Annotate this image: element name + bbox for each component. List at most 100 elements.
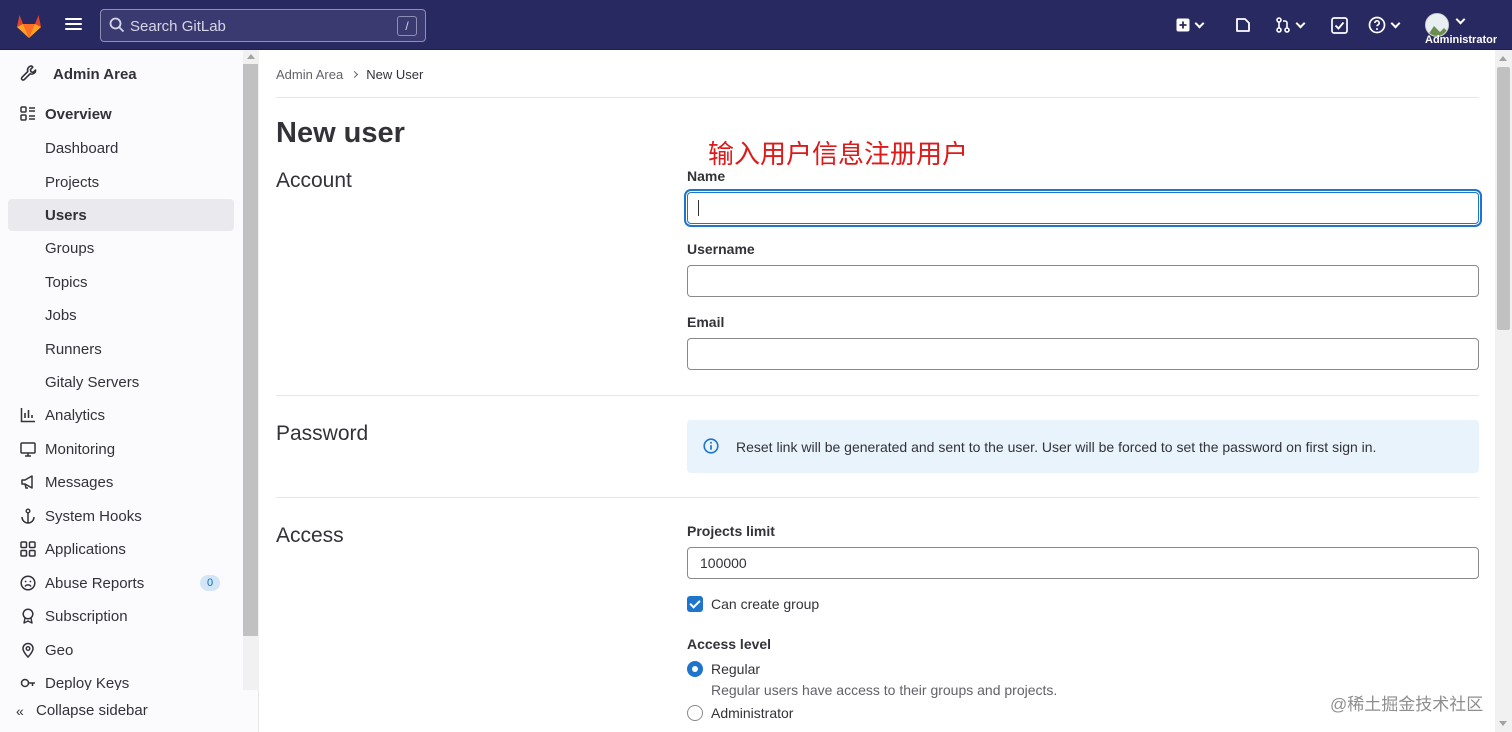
merge-requests-dropdown[interactable] xyxy=(1275,15,1306,35)
sidebar-item-label: Analytics xyxy=(45,407,106,424)
plus-square-icon xyxy=(1176,18,1190,32)
sidebar: Admin Area Overview Dashboard Projects U… xyxy=(0,50,259,732)
can-create-group-label: Can create group xyxy=(711,596,820,612)
monitoring-icon xyxy=(20,442,36,457)
chevron-down-icon[interactable] xyxy=(1455,14,1466,25)
username-field[interactable] xyxy=(687,265,1479,297)
name-field[interactable] xyxy=(687,192,1479,224)
access-section-title: Access xyxy=(276,524,344,547)
sidebar-item-analytics[interactable]: Analytics xyxy=(8,399,234,431)
sidebar-item-label: Users xyxy=(45,207,87,224)
issues-icon xyxy=(1236,18,1250,32)
info-icon xyxy=(703,438,719,454)
sidebar-item-label: Monitoring xyxy=(45,441,116,458)
sidebar-item-label: Runners xyxy=(45,341,102,358)
sidebar-item-label: Overview xyxy=(45,106,112,123)
section-divider xyxy=(276,395,1479,396)
help-icon xyxy=(1368,16,1386,34)
sidebar-item-applications[interactable]: Applications xyxy=(8,533,234,565)
menu-icon[interactable] xyxy=(64,15,84,35)
breadcrumb-new-user[interactable]: New User xyxy=(366,67,423,82)
page-scrollbar-thumb[interactable] xyxy=(1497,67,1510,330)
sidebar-item-label: Groups xyxy=(45,240,95,257)
collapse-sidebar-label: Collapse sidebar xyxy=(36,702,148,719)
abuse-icon xyxy=(20,575,36,591)
watermark: @稀土掘金技术社区 xyxy=(1330,695,1484,714)
sidebar-item-label: Subscription xyxy=(45,608,128,625)
sidebar-item-projects[interactable]: Projects xyxy=(8,166,234,198)
analytics-icon xyxy=(20,408,35,423)
page-scrollbar[interactable] xyxy=(1495,50,1512,732)
can-create-group-row[interactable]: Can create group xyxy=(687,596,819,612)
sidebar-scroll-area: Admin Area Overview Dashboard Projects U… xyxy=(0,50,243,690)
sidebar-item-label: Jobs xyxy=(45,307,77,324)
sidebar-item-label: Abuse Reports xyxy=(45,575,145,592)
sidebar-item-label: Messages xyxy=(45,474,114,491)
wrench-icon xyxy=(20,65,37,81)
gitlab-logo-icon[interactable] xyxy=(14,11,44,39)
sidebar-scrollbar[interactable] xyxy=(243,50,259,690)
regular-label[interactable]: Regular xyxy=(711,661,760,677)
sidebar-item-dashboard[interactable]: Dashboard xyxy=(8,132,234,164)
password-section-title: Password xyxy=(276,422,369,445)
breadcrumb-admin-area[interactable]: Admin Area xyxy=(276,67,343,82)
regular-radio[interactable] xyxy=(687,661,703,677)
account-section-title: Account xyxy=(276,169,352,192)
password-info-alert: Reset link will be generated and sent to… xyxy=(687,420,1479,473)
messages-icon xyxy=(21,475,33,489)
sidebar-item-users[interactable]: Users xyxy=(8,199,234,231)
sidebar-item-gitaly-servers[interactable]: Gitaly Servers xyxy=(8,366,234,398)
sidebar-scrollbar-thumb[interactable] xyxy=(243,64,258,636)
issues-button[interactable] xyxy=(1235,15,1251,35)
section-divider xyxy=(276,497,1479,498)
sidebar-item-topics[interactable]: Topics xyxy=(8,266,234,298)
anchor-icon xyxy=(21,508,35,524)
user-name[interactable]: Administrator xyxy=(1425,34,1497,46)
sidebar-item-monitoring[interactable]: Monitoring xyxy=(8,433,234,465)
sidebar-item-label: Geo xyxy=(45,642,74,659)
administrator-radio[interactable] xyxy=(687,705,703,721)
breadcrumb: Admin Area New User xyxy=(276,67,423,82)
sidebar-item-overview[interactable]: Overview xyxy=(8,98,234,130)
sidebar-item-label: Gitaly Servers xyxy=(45,374,140,391)
help-dropdown[interactable] xyxy=(1368,15,1401,35)
sidebar-item-subscription[interactable]: Subscription xyxy=(8,600,234,632)
sidebar-item-jobs[interactable]: Jobs xyxy=(8,299,234,331)
count-badge: 0 xyxy=(200,575,220,591)
can-create-group-checkbox[interactable] xyxy=(687,596,703,612)
sidebar-item-system-hooks[interactable]: System Hooks xyxy=(8,500,234,532)
access-level-label: Access level xyxy=(687,636,772,652)
sidebar-item-groups[interactable]: Groups xyxy=(8,232,234,264)
name-label: Name xyxy=(687,168,726,184)
sidebar-item-runners[interactable]: Runners xyxy=(8,333,234,365)
chevron-down-icon xyxy=(1390,18,1401,28)
administrator-label[interactable]: Administrator xyxy=(711,705,793,721)
create-new-dropdown[interactable] xyxy=(1176,15,1205,35)
scroll-up-arrow-icon[interactable] xyxy=(1499,56,1507,61)
page-title: New user xyxy=(276,117,405,149)
sidebar-item-geo[interactable]: Geo xyxy=(8,634,234,666)
search-shortcut-hint: / xyxy=(397,16,417,36)
merge-request-icon xyxy=(1276,17,1290,33)
sidebar-item-messages[interactable]: Messages xyxy=(8,466,234,498)
collapse-sidebar-button[interactable]: « Collapse sidebar xyxy=(0,690,243,732)
email-field[interactable] xyxy=(687,338,1479,370)
subscription-icon xyxy=(22,608,34,624)
sidebar-header[interactable]: Admin Area xyxy=(12,58,234,90)
text-caret xyxy=(698,200,699,216)
projects-limit-field[interactable] xyxy=(687,547,1479,579)
double-chevron-left-icon: « xyxy=(16,703,24,719)
sidebar-item-label: System Hooks xyxy=(45,508,142,525)
todo-icon xyxy=(1331,16,1348,34)
sidebar-item-abuse-reports[interactable]: Abuse Reports 0 xyxy=(8,567,234,599)
search-placeholder: Search GitLab xyxy=(130,18,226,35)
username-label: Username xyxy=(687,241,755,257)
regular-help-text: Regular users have access to their group… xyxy=(711,682,1058,698)
top-bar: Search GitLab / Administrator xyxy=(0,0,1512,50)
todos-button[interactable] xyxy=(1331,15,1348,35)
scroll-up-arrow-icon[interactable] xyxy=(247,54,255,59)
scroll-down-arrow-icon[interactable] xyxy=(1499,721,1507,726)
main-content: Admin Area New User New user 输入用户信息注册用户 … xyxy=(259,50,1495,732)
sidebar-item-deploy-keys[interactable]: Deploy Keys xyxy=(8,667,234,690)
search-box[interactable]: Search GitLab / xyxy=(100,9,426,42)
